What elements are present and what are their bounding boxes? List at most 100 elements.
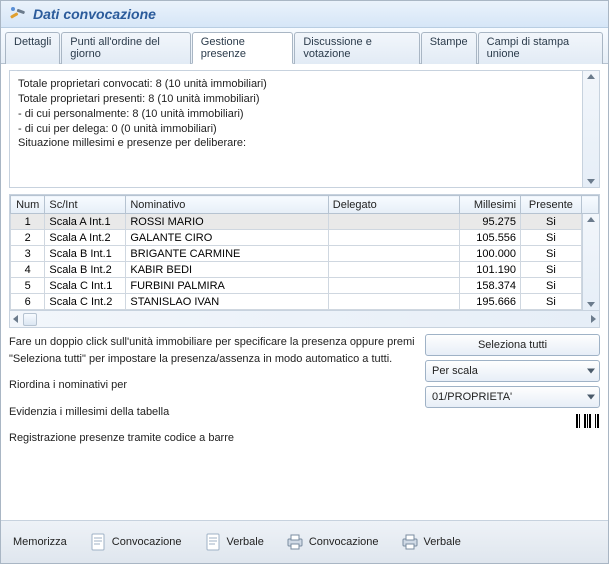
tab-discussione-votazione[interactable]: Discussione e votazione bbox=[294, 32, 419, 64]
tab-gestione-presenze[interactable]: Gestione presenze bbox=[192, 32, 294, 64]
table-header-row: Num Sc/Int Nominativo Delegato Millesimi… bbox=[11, 196, 599, 214]
convocazione-doc-label: Convocazione bbox=[112, 536, 182, 548]
scroll-down-icon[interactable] bbox=[587, 302, 595, 307]
cell-delegato bbox=[328, 230, 460, 246]
table-row[interactable]: 6Scala C Int.2STANISLAO IVAN195.666Si bbox=[11, 294, 599, 310]
table-row[interactable]: 1Scala A Int.1ROSSI MARIO 95.275Si bbox=[11, 214, 599, 230]
col-header-num[interactable]: Num bbox=[11, 196, 45, 214]
cell-presente: Si bbox=[521, 278, 582, 294]
col-header-millesimi[interactable]: Millesimi bbox=[460, 196, 521, 214]
scroll-up-icon[interactable] bbox=[587, 74, 595, 79]
cell-num: 2 bbox=[11, 230, 45, 246]
cell-delegato bbox=[328, 214, 460, 230]
scroll-down-icon[interactable] bbox=[587, 179, 595, 184]
window-title: Dati convocazione bbox=[33, 6, 156, 22]
tools-icon bbox=[9, 5, 27, 23]
cell-delegato bbox=[328, 246, 460, 262]
cell-nominativo: KABIR BEDI bbox=[126, 262, 328, 278]
memorizza-label: Memorizza bbox=[13, 536, 67, 548]
footer-toolbar: Memorizza Convocazione Verbale Convocazi… bbox=[1, 520, 608, 563]
cell-millesimi: 158.374 bbox=[460, 278, 521, 294]
tab-content: Totale proprietari convocati: 8 (10 unit… bbox=[1, 64, 608, 520]
verbale-doc-label: Verbale bbox=[227, 536, 264, 548]
cell-millesimi: 101.190 bbox=[460, 262, 521, 278]
summary-line: Totale proprietari convocati: 8 (10 unit… bbox=[18, 77, 574, 92]
cell-millesimi: 195.666 bbox=[460, 294, 521, 310]
verbale-print-button[interactable]: Verbale bbox=[401, 533, 461, 551]
cell-millesimi: 100.000 bbox=[460, 246, 521, 262]
tabstrip: Dettagli Punti all'ordine del giorno Ges… bbox=[1, 28, 608, 64]
cell-nominativo: ROSSI MARIO bbox=[126, 214, 328, 230]
col-header-scint[interactable]: Sc/Int bbox=[45, 196, 126, 214]
table-row[interactable]: 5Scala C Int.1FURBINI PALMIRA 158.374Si bbox=[11, 278, 599, 294]
cell-nominativo: GALANTE CIRO bbox=[126, 230, 328, 246]
cell-num: 4 bbox=[11, 262, 45, 278]
document-icon bbox=[204, 533, 222, 551]
cell-millesimi: 105.556 bbox=[460, 230, 521, 246]
controls-column: Seleziona tutti Per scala 01/PROPRIETA' bbox=[425, 334, 600, 447]
barcode-row bbox=[425, 414, 600, 428]
tab-campi-stampa-unione[interactable]: Campi di stampa unione bbox=[478, 32, 603, 64]
table-row[interactable]: 3Scala B Int.1BRIGANTE CARMINE100.000Si bbox=[11, 246, 599, 262]
cell-presente: Si bbox=[521, 230, 582, 246]
verbale-doc-button[interactable]: Verbale bbox=[204, 533, 264, 551]
cell-scint: Scala B Int.1 bbox=[45, 246, 126, 262]
cell-num: 5 bbox=[11, 278, 45, 294]
col-header-nominativo[interactable]: Nominativo bbox=[126, 196, 328, 214]
select-all-button[interactable]: Seleziona tutti bbox=[425, 334, 600, 356]
sort-by-combo[interactable]: Per scala bbox=[425, 360, 600, 382]
grid-vertical-scrollbar[interactable] bbox=[582, 214, 599, 310]
verbale-print-label: Verbale bbox=[424, 536, 461, 548]
summary-line: - di cui personalmente: 8 (10 unità immo… bbox=[18, 107, 574, 122]
presence-grid: Num Sc/Int Nominativo Delegato Millesimi… bbox=[9, 194, 600, 328]
printer-icon bbox=[286, 533, 304, 551]
cell-nominativo: FURBINI PALMIRA bbox=[126, 278, 328, 294]
summary-textarea[interactable]: Totale proprietari convocati: 8 (10 unit… bbox=[9, 70, 600, 188]
printer-icon bbox=[401, 533, 419, 551]
cell-presente: Si bbox=[521, 262, 582, 278]
convocazione-print-button[interactable]: Convocazione bbox=[286, 533, 379, 551]
cell-num: 6 bbox=[11, 294, 45, 310]
table-row[interactable]: 2Scala A Int.2GALANTE CIRO105.556Si bbox=[11, 230, 599, 246]
col-header-scroll bbox=[581, 196, 598, 214]
cell-nominativo: STANISLAO IVAN bbox=[126, 294, 328, 310]
millesimi-table-value: 01/PROPRIETA' bbox=[432, 391, 512, 403]
sort-by-value: Per scala bbox=[432, 365, 478, 377]
tab-punti-odg[interactable]: Punti all'ordine del giorno bbox=[61, 32, 190, 64]
cell-scint: Scala C Int.1 bbox=[45, 278, 126, 294]
chevron-down-icon bbox=[587, 395, 595, 400]
cell-millesimi: 95.275 bbox=[460, 214, 521, 230]
hint-highlight: Evidenzia i millesimi della tabella bbox=[9, 404, 415, 421]
barcode-icon[interactable] bbox=[576, 414, 600, 428]
scroll-up-icon[interactable] bbox=[587, 217, 595, 222]
summary-scrollbar[interactable] bbox=[582, 71, 599, 187]
tab-stampe[interactable]: Stampe bbox=[421, 32, 477, 64]
cell-presente: Si bbox=[521, 214, 582, 230]
table-row[interactable]: 4Scala B Int.2KABIR BEDI 101.190Si bbox=[11, 262, 599, 278]
summary-line: Totale proprietari presenti: 8 (10 unità… bbox=[18, 92, 574, 107]
cell-scint: Scala C Int.2 bbox=[45, 294, 126, 310]
scroll-thumb[interactable] bbox=[23, 313, 37, 326]
titlebar: Dati convocazione bbox=[1, 1, 608, 28]
cell-presente: Si bbox=[521, 246, 582, 262]
scroll-right-icon[interactable] bbox=[591, 315, 596, 323]
summary-line: Situazione millesimi e presenze per deli… bbox=[18, 136, 574, 151]
hint-doubleclick: Fare un doppio click sull'unità immobili… bbox=[9, 334, 415, 367]
col-header-presente[interactable]: Presente bbox=[521, 196, 582, 214]
grid-horizontal-scrollbar[interactable] bbox=[10, 310, 599, 327]
cell-delegato bbox=[328, 294, 460, 310]
cell-scint: Scala B Int.2 bbox=[45, 262, 126, 278]
millesimi-table-combo[interactable]: 01/PROPRIETA' bbox=[425, 386, 600, 408]
hint-reorder: Riordina i nominativi per bbox=[9, 377, 415, 394]
convocazione-doc-button[interactable]: Convocazione bbox=[89, 533, 182, 551]
cell-num: 1 bbox=[11, 214, 45, 230]
memorizza-button[interactable]: Memorizza bbox=[13, 536, 67, 548]
cell-delegato bbox=[328, 262, 460, 278]
summary-line: - di cui per delega: 0 (0 unità immobili… bbox=[18, 122, 574, 137]
tab-dettagli[interactable]: Dettagli bbox=[5, 32, 60, 64]
scroll-left-icon[interactable] bbox=[13, 315, 18, 323]
hint-barcode: Registrazione presenze tramite codice a … bbox=[9, 430, 415, 447]
col-header-delegato[interactable]: Delegato bbox=[328, 196, 460, 214]
cell-scint: Scala A Int.1 bbox=[45, 214, 126, 230]
hints-column: Fare un doppio click sull'unità immobili… bbox=[9, 334, 415, 447]
